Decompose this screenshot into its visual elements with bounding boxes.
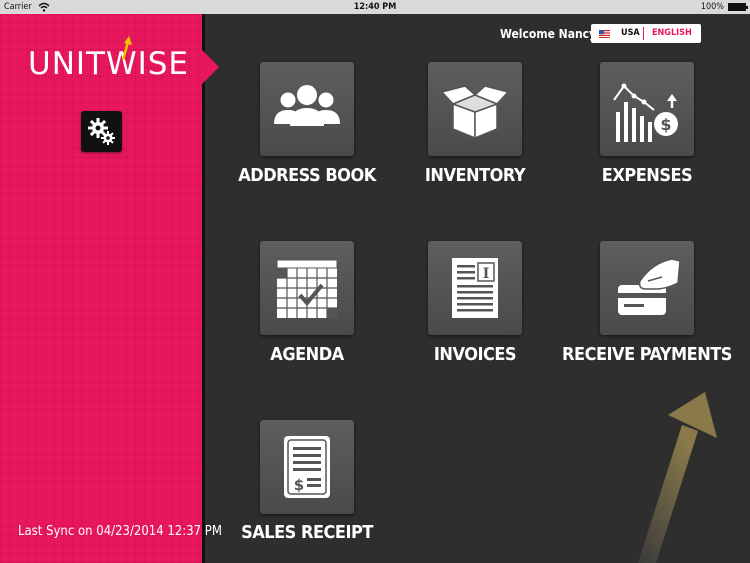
last-sync-text: Last Sync on 04/23/2014 12:37 PM [18,524,222,539]
receive-payments-label[interactable]: RECEIVE PAYMENTS [557,344,737,365]
sales-receipt-label[interactable]: SALES RECEIPT [217,522,397,543]
receive-payments-tile[interactable] [600,241,694,335]
address-book-tile[interactable] [260,62,354,156]
inventory-tile[interactable] [428,62,522,156]
language-divider [643,27,644,40]
calendar-icon [276,259,338,318]
language-label: ENGLISH [652,28,692,38]
card-payment-icon [618,258,681,315]
battery-icon [728,3,748,11]
expenses-tile[interactable]: $ [600,62,694,156]
sidebar-divider [202,14,205,563]
status-bar: Carrier 12:40 PM 100% [0,0,750,14]
box-icon [440,85,510,140]
sidebar-pointer [202,50,219,84]
battery-percent: 100% [700,2,724,12]
address-book-label[interactable]: ADDRESS BOOK [217,165,397,186]
welcome-message: Welcome Nancy! [500,27,602,41]
inventory-label[interactable]: INVENTORY [385,165,565,186]
us-flag-icon [599,30,610,38]
gears-icon [88,118,115,145]
expenses-label[interactable]: EXPENSES [557,165,737,186]
svg-text:$: $ [660,115,671,134]
people-icon [274,85,340,126]
language-selector[interactable]: USA ENGLISH [591,24,701,43]
invoices-label[interactable]: INVOICES [385,344,565,365]
logo-arrow-icon [121,36,132,60]
status-time: 12:40 PM [353,2,397,12]
settings-button[interactable] [81,111,122,152]
invoices-tile[interactable]: I [428,241,522,335]
sales-receipt-tile[interactable]: $ [260,420,354,514]
svg-text:$: $ [294,476,304,494]
chart-dollar-icon: $ [613,83,678,142]
sidebar [0,14,202,563]
agenda-tile[interactable] [260,241,354,335]
agenda-label[interactable]: AGENDA [217,344,397,365]
receipt-icon: $ [284,436,330,498]
decorative-arrow [638,392,717,563]
document-icon: I [452,258,498,318]
app-logo: UNITWISE [28,46,190,82]
country-label: USA [621,28,640,38]
svg-text:I: I [483,266,490,282]
